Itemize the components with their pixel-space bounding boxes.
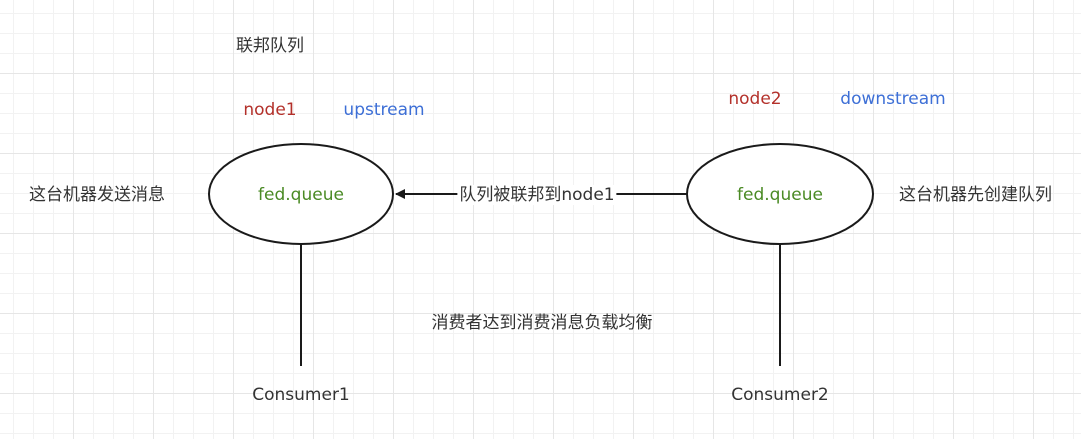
consumer1-label: Consumer1 (252, 385, 350, 405)
diagram-canvas (208, 143, 874, 366)
consumer2-label: Consumer2 (731, 385, 829, 405)
left-queue-label: fed.queue (258, 185, 344, 205)
left-node-label: node1 (243, 100, 297, 120)
federation-edge-label: 队列被联邦到node1 (457, 185, 617, 205)
right-role-label: downstream (840, 89, 946, 109)
left-side-note: 这台机器发送消息 (29, 185, 165, 205)
load-balance-note: 消费者达到消费消息负载均衡 (431, 313, 653, 333)
left-role-label: upstream (343, 100, 425, 120)
right-node-label: node2 (728, 89, 782, 109)
diagram-title: 联邦队列 (236, 36, 304, 56)
right-queue-label: fed.queue (737, 185, 823, 205)
right-side-note: 这台机器先创建队列 (899, 185, 1052, 205)
